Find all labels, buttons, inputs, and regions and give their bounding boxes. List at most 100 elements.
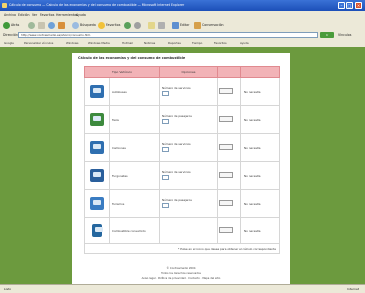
url-input[interactable]: http://www.contrasmedio.es/ahorro/consum… — [18, 32, 318, 38]
value-input[interactable] — [219, 144, 233, 150]
truck-icon[interactable] — [90, 140, 104, 154]
column-header-blank — [217, 66, 241, 78]
link-item[interactable]: Favoritos — [214, 41, 227, 45]
table-row: Turismos Número de pasajeros No necesita — [84, 189, 280, 218]
media-icon — [124, 21, 131, 29]
result-text: No necesita — [240, 161, 280, 190]
refresh-button[interactable] — [48, 21, 56, 29]
link-item[interactable]: Deportes — [168, 41, 181, 45]
option-label — [159, 217, 218, 244]
browser-app-icon — [2, 3, 7, 8]
discuss-label: Conversación — [202, 23, 224, 27]
vehicle-table: Tipo Vehículo Opciones Autobuses Número … — [84, 66, 280, 254]
search-icon — [72, 21, 79, 29]
car-icon[interactable] — [90, 196, 104, 210]
edit-button[interactable]: Editar — [172, 21, 189, 29]
close-button[interactable]: × — [355, 2, 362, 9]
result-text: No necesita — [240, 133, 280, 162]
option-select[interactable] — [162, 175, 169, 180]
value-input[interactable] — [219, 88, 233, 94]
home-icon — [58, 21, 65, 29]
favorites-star-icon — [98, 21, 105, 29]
vehicle-name: Camiones — [109, 133, 160, 162]
links-label[interactable]: Vínculos — [338, 33, 351, 37]
vehicle-name: Autobuses — [109, 77, 160, 106]
minimize-button[interactable]: – — [338, 2, 345, 9]
value-input[interactable] — [219, 116, 233, 122]
maximize-button[interactable]: □ — [346, 2, 353, 9]
footer-copyright: © Contrasmedio 2004 — [166, 267, 196, 270]
menu-item-favorites[interactable]: Favoritos — [40, 13, 54, 17]
option-label: Número de servicios — [162, 142, 191, 146]
back-arrow-icon — [3, 21, 10, 29]
forward-arrow-icon — [28, 21, 35, 29]
option-select[interactable] — [162, 147, 169, 152]
back-label: Atrás — [11, 23, 20, 27]
window-title: Cálculo de consumo — Calculo de las econ… — [9, 3, 185, 7]
value-input[interactable] — [219, 227, 233, 233]
history-button[interactable] — [134, 21, 142, 29]
vehicle-name: Furgonetas — [109, 161, 160, 190]
table-row: Taxis Número de pasajeros No necesita — [84, 105, 280, 134]
van-icon[interactable] — [90, 168, 104, 182]
back-button[interactable]: Atrás — [3, 21, 19, 29]
footer-rights: Todos los derechos reservados — [161, 272, 201, 275]
table-row: Combustible consumido No necesita — [84, 217, 280, 244]
result-text: No necesita — [240, 189, 280, 218]
edit-icon — [172, 21, 179, 29]
column-header-result — [240, 66, 280, 78]
value-input[interactable] — [219, 200, 233, 206]
stop-icon — [38, 21, 45, 29]
bus-icon[interactable] — [90, 84, 104, 98]
option-label: Número de servicios — [162, 170, 191, 174]
option-select[interactable] — [162, 119, 169, 124]
print-button[interactable] — [158, 21, 166, 29]
fuel-icon[interactable] — [92, 223, 103, 237]
link-item[interactable]: Noticias — [144, 41, 155, 45]
link-item[interactable]: Windows Media — [88, 41, 110, 45]
option-label: Número de pasajeros — [162, 114, 192, 118]
home-button[interactable] — [58, 21, 66, 29]
link-item[interactable]: Tiempo — [192, 41, 202, 45]
favorites-button[interactable]: Favoritos — [98, 21, 120, 29]
menu-item-tools[interactable]: Herramientas — [56, 13, 78, 17]
footer-links[interactable]: Aviso legal · Política de privacidad · C… — [72, 277, 290, 280]
link-item[interactable]: Google — [4, 41, 14, 45]
go-button[interactable]: Ir — [320, 32, 334, 38]
table-row: Autobuses Número de servicios No necesit… — [84, 77, 280, 106]
value-input[interactable] — [219, 172, 233, 178]
link-item[interactable]: Windows — [66, 41, 79, 45]
result-text: No necesita — [240, 217, 280, 244]
discuss-button[interactable]: Conversación — [194, 21, 224, 29]
favorites-label: Favoritos — [106, 23, 121, 27]
mail-icon — [148, 21, 155, 29]
window-title-bar: Cálculo de consumo — Calculo de las econ… — [0, 0, 365, 11]
media-button[interactable] — [124, 21, 132, 29]
address-label: Dirección — [3, 33, 18, 37]
discuss-icon — [194, 21, 201, 29]
menu-item-file[interactable]: Archivo — [4, 13, 16, 17]
vehicle-name: Taxis — [109, 105, 160, 134]
menu-item-help[interactable]: Ayuda — [76, 13, 86, 17]
option-select[interactable] — [162, 91, 169, 96]
table-row: Camiones Número de servicios No necesita — [84, 133, 280, 162]
stop-button[interactable] — [38, 21, 46, 29]
link-item[interactable]: Ayuda — [240, 41, 249, 45]
page-title: Cálculo de las economías y del consumo d… — [78, 56, 186, 60]
link-item[interactable]: Hotmail — [122, 41, 133, 45]
option-select[interactable] — [162, 203, 169, 208]
mail-button[interactable] — [148, 21, 156, 29]
column-header-vehicle: Tipo Vehículo — [84, 66, 160, 78]
table-footnote: * Pulse en el icono que desee para obten… — [84, 243, 280, 254]
option-label: Número de pasajeros — [162, 198, 192, 202]
vehicle-name: Combustible consumido — [109, 217, 160, 244]
menu-item-edit[interactable]: Edición — [18, 13, 30, 17]
link-item[interactable]: Personalizar vínculos — [24, 41, 53, 45]
menu-item-view[interactable]: Ver — [32, 13, 37, 17]
history-icon — [134, 21, 141, 29]
column-header-options: Opciones — [159, 66, 218, 78]
search-button[interactable]: Búsqueda — [72, 21, 96, 29]
search-label: Búsqueda — [80, 23, 96, 27]
forward-button[interactable] — [28, 21, 36, 29]
recycle-icon[interactable] — [90, 112, 104, 126]
